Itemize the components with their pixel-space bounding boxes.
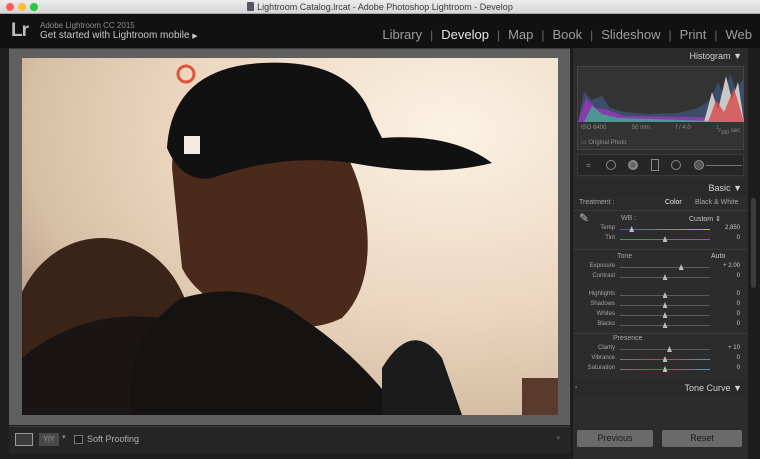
red-eye-icon[interactable]: [628, 160, 638, 170]
module-library[interactable]: Library: [374, 28, 430, 42]
chevron-updown-icon: ⇕: [715, 216, 721, 223]
auto-tone-button[interactable]: Auto: [711, 253, 725, 260]
module-slideshow[interactable]: Slideshow: [593, 28, 668, 42]
histogram[interactable]: ISO 6400 50 mm f / 4.0 1/160 sec ▭ Original…: [577, 66, 744, 150]
presence-header: Presence: [613, 335, 643, 342]
camera-info: ISO 6400 50 mm f / 4.0 1/160 sec: [581, 125, 740, 137]
temp-thumb[interactable]: [629, 226, 635, 232]
reset-button[interactable]: Reset: [662, 430, 742, 447]
brush-slider-line: [706, 165, 742, 166]
close-window-button[interactable]: [6, 3, 14, 11]
vibrance-thumb[interactable]: [662, 356, 668, 362]
wb-preset-select[interactable]: Custom ⇕: [689, 215, 721, 223]
toolbar-menu-chevron-icon[interactable]: ▾: [556, 434, 560, 442]
module-map[interactable]: Map: [500, 28, 541, 42]
slider-whites[interactable]: Whites 0: [573, 310, 748, 320]
zoom-window-button[interactable]: [30, 3, 38, 11]
panel-switch-icon[interactable]: ▪: [575, 380, 577, 396]
blacks-thumb[interactable]: [662, 322, 668, 328]
spot-removal-icon[interactable]: [606, 160, 616, 170]
slider-clarity[interactable]: Clarity + 10: [573, 344, 748, 354]
window-title: Lightroom Catalog.lrcat - Adobe Photosho…: [257, 2, 513, 12]
photo-illustration: [22, 62, 558, 415]
highlights-thumb[interactable]: [662, 292, 668, 298]
crop-icon[interactable]: ⌗: [586, 161, 591, 171]
lightroom-logo: Lr: [11, 20, 29, 41]
treatment-bw-button[interactable]: Black & White: [695, 199, 739, 206]
saturation-thumb[interactable]: [662, 366, 668, 372]
module-print[interactable]: Print: [672, 28, 715, 42]
slider-shadows[interactable]: Shadows 0: [573, 300, 748, 310]
identity-plate: Lr Adobe Lightroom CC 2015 Get started w…: [0, 14, 760, 48]
slider-temp[interactable]: Temp 2,850: [573, 224, 748, 234]
slider-tint[interactable]: Tint 0: [573, 234, 748, 244]
right-panel: Histogram ▼ ISO 6400 50 mm f / 4.0 1/160 se…: [572, 48, 748, 459]
white-balance-eyedropper-icon[interactable]: ✎: [579, 211, 589, 225]
treatment-row: Treatment : Color Black & White: [579, 199, 739, 206]
tone-curve-header[interactable]: ▪ Tone Curve ▼: [573, 380, 748, 396]
wb-row: ✎ WB : Custom ⇕: [573, 210, 748, 225]
module-web[interactable]: Web: [718, 28, 760, 42]
panel-collapse-icon[interactable]: ▼: [733, 183, 742, 193]
scrollbar-thumb[interactable]: [751, 198, 756, 288]
bottom-toolbar: Y|Y ▾ Soft Proofing ▾: [9, 426, 570, 453]
panel-collapse-icon[interactable]: ▼: [733, 51, 742, 61]
minimize-window-button[interactable]: [18, 3, 26, 11]
tone-header: Tone Auto: [617, 253, 726, 260]
slider-exposure[interactable]: Exposure + 2.00: [573, 262, 748, 272]
shadows-thumb[interactable]: [662, 302, 668, 308]
previous-button[interactable]: Previous: [577, 430, 653, 447]
mobile-promo-link[interactable]: Get started with Lightroom mobile ▶: [40, 30, 198, 41]
tint-thumb[interactable]: [662, 236, 668, 242]
tool-strip: ⌗: [577, 154, 744, 176]
slider-contrast[interactable]: Contrast 0: [573, 272, 748, 282]
graduated-filter-icon[interactable]: [651, 159, 659, 171]
slider-vibrance[interactable]: Vibrance 0: [573, 354, 748, 364]
right-panel-scrollbar[interactable]: [748, 48, 760, 459]
loupe-view-button[interactable]: [15, 433, 33, 446]
histogram-header[interactable]: Histogram ▼: [573, 48, 748, 64]
slider-saturation[interactable]: Saturation 0: [573, 364, 748, 374]
whites-thumb[interactable]: [662, 312, 668, 318]
module-develop[interactable]: Develop: [433, 28, 497, 42]
radial-filter-icon[interactable]: [671, 160, 681, 170]
clarity-thumb[interactable]: [667, 346, 672, 352]
soft-proofing-label: Soft Proofing: [87, 434, 140, 444]
exposure-thumb[interactable]: [678, 264, 684, 270]
shutter-speed: 1/160 sec: [716, 125, 740, 137]
play-arrow-icon: ▶: [192, 33, 198, 40]
before-after-button[interactable]: Y|Y: [39, 433, 59, 446]
original-photo-label: ▭ Original Photo: [581, 140, 627, 146]
panel-collapse-icon[interactable]: ▼: [733, 383, 742, 393]
soft-proofing-checkbox[interactable]: [74, 435, 83, 444]
treatment-color-button[interactable]: Color: [665, 199, 682, 206]
window-title-bar: Lightroom Catalog.lrcat - Adobe Photosho…: [0, 0, 760, 14]
chevron-down-icon[interactable]: ▾: [62, 433, 66, 441]
photo-view-area[interactable]: [9, 48, 570, 425]
basic-header[interactable]: Basic ▼: [573, 180, 748, 196]
adjustment-brush-icon[interactable]: [694, 160, 704, 170]
document-icon: [247, 2, 255, 11]
photo-preview[interactable]: [22, 58, 558, 415]
app-version-label: Adobe Lightroom CC 2015: [40, 21, 135, 30]
slider-highlights[interactable]: Highlights 0: [573, 290, 748, 300]
module-picker: Library | Develop | Map | Book | Slideshow | …: [374, 28, 760, 43]
contrast-thumb[interactable]: [662, 274, 668, 280]
module-book[interactable]: Book: [544, 28, 590, 42]
slider-blacks[interactable]: Blacks 0: [573, 320, 748, 330]
histogram-graph: [578, 74, 744, 122]
